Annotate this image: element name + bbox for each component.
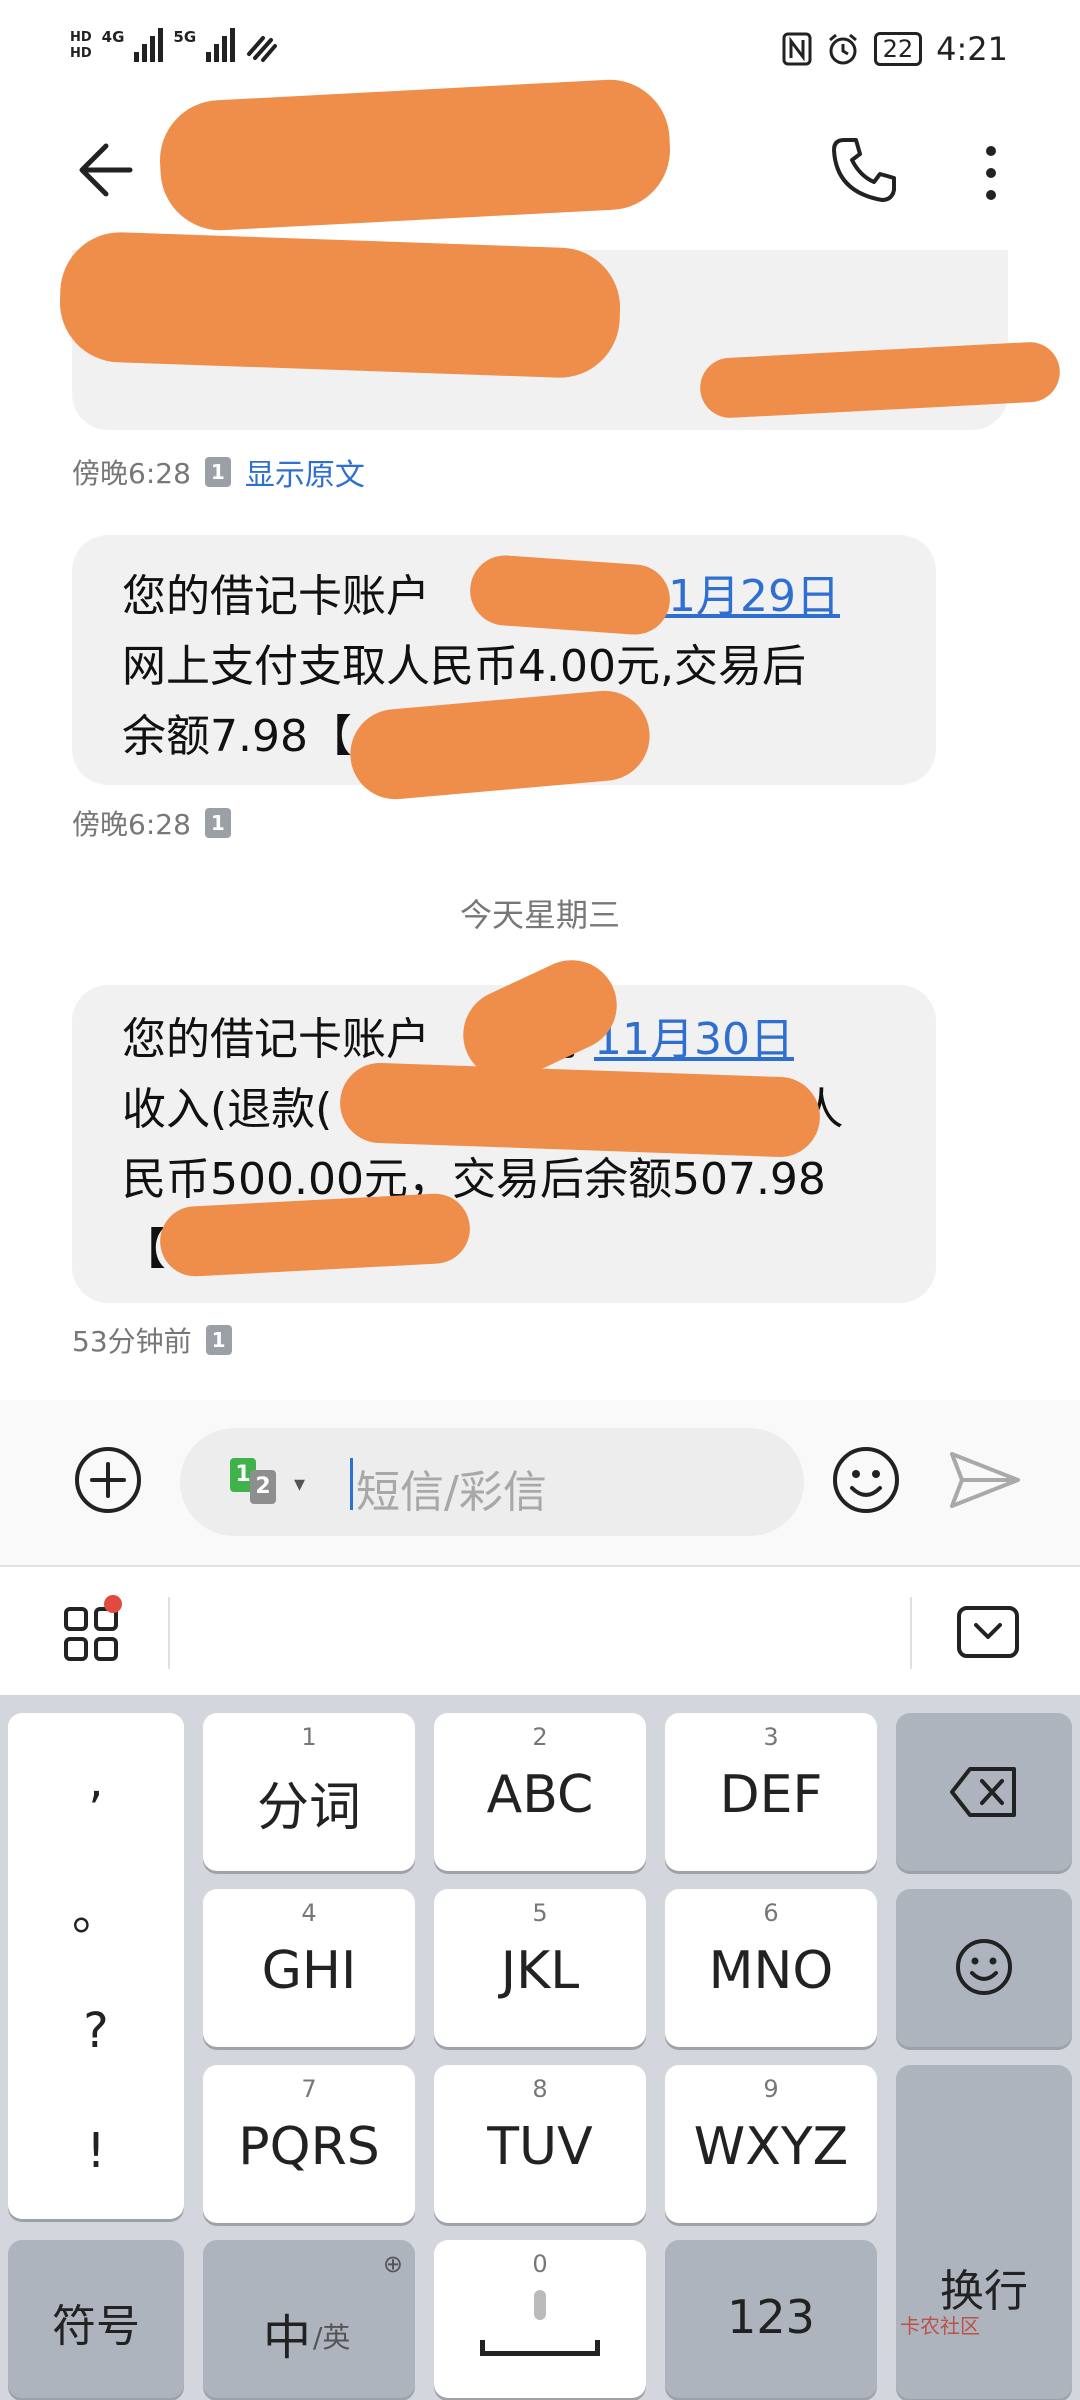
message-time: 53分钟前	[72, 1325, 192, 1358]
emoji-icon	[956, 1939, 1012, 1995]
key-9[interactable]: 9 WXYZ	[665, 2065, 877, 2223]
punct-question[interactable]: ?	[8, 2003, 184, 2059]
key-4[interactable]: 4 GHI	[203, 1889, 415, 2047]
punct-comma[interactable]: ,	[8, 1753, 184, 1809]
redaction-mark	[467, 553, 673, 637]
signal-icon-1	[134, 28, 164, 62]
message-input[interactable]: 1 2 ▾ 短信/彩信	[180, 1428, 804, 1536]
punctuation-column[interactable]: , 。 ? !	[8, 1713, 184, 2219]
message-line: 【	[122, 1224, 166, 1275]
status-left: HD HD 4G 5G	[70, 28, 279, 62]
signal-icon-2	[206, 28, 236, 62]
hd-label-2: HD	[70, 46, 92, 61]
numeric-switch-key[interactable]: 123	[665, 2240, 877, 2398]
emoji-key[interactable]	[896, 1889, 1072, 2047]
send-icon[interactable]	[946, 1444, 1024, 1516]
wifi-calling-icon	[247, 36, 278, 62]
conversation-header	[0, 76, 1080, 240]
hd-label-1: HD	[70, 30, 92, 45]
status-right: 22 4:21	[782, 30, 1008, 68]
add-attachment-icon[interactable]	[72, 1444, 144, 1516]
sim2-icon: 2	[250, 1470, 276, 1504]
hd-indicator: HD HD	[70, 30, 92, 62]
alarm-icon	[828, 33, 857, 65]
space-key[interactable]: 0	[434, 2240, 646, 2398]
message-meta: 53分钟前 1	[72, 1320, 232, 1360]
network-type-1: 4G	[101, 28, 125, 46]
key-2[interactable]: 2 ABC	[434, 1713, 646, 1871]
key-7[interactable]: 7 PQRS	[203, 2065, 415, 2223]
emoji-icon[interactable]	[830, 1444, 902, 1516]
watermark-logo: 卡农社区	[900, 2314, 980, 2338]
text-cursor	[350, 1458, 353, 1510]
key-8[interactable]: 8 TUV	[434, 2065, 646, 2223]
backspace-icon	[950, 1767, 1016, 1817]
toolbar-divider	[910, 1597, 912, 1669]
redaction-mark	[338, 1061, 822, 1159]
sim-selector[interactable]: 1 2 ▾	[230, 1458, 310, 1508]
redaction-mark	[156, 76, 674, 234]
symbols-key[interactable]: 符号	[8, 2240, 184, 2398]
message-line: 您的借记卡账户于11月30日	[122, 1014, 794, 1065]
message-meta: 傍晚6:28 1 显示原文	[72, 450, 365, 494]
date-link[interactable]: 11月30日	[594, 1014, 794, 1065]
space-bar-icon	[480, 2340, 600, 2356]
apps-grid-icon[interactable]	[62, 1605, 122, 1665]
key-3[interactable]: 3 DEF	[665, 1713, 877, 1871]
toolbar-divider	[168, 1597, 170, 1669]
punct-period[interactable]: 。	[8, 1873, 184, 1943]
message-line: 余额7.98【	[122, 711, 352, 762]
message-time: 傍晚6:28	[72, 457, 191, 490]
keyboard-collapse-icon[interactable]	[956, 1605, 1020, 1659]
globe-icon: ⊕	[382, 2250, 403, 2278]
message-placeholder: 短信/彩信	[356, 1467, 547, 1518]
key-1[interactable]: 1 分词	[203, 1713, 415, 1871]
keyboard: , 。 ? ! 1 分词 2 ABC 3 DEF 4 GHI 5 JKL 6 MNO 7 PQ…	[0, 1695, 1080, 2400]
battery-icon: 22	[873, 32, 923, 66]
sim-badge: 1	[204, 808, 231, 838]
day-separator: 今天星期三	[459, 896, 620, 934]
date-link[interactable]: 11月29日	[640, 571, 840, 622]
microphone-icon	[534, 2290, 546, 2320]
message-time: 傍晚6:28	[72, 808, 191, 841]
enter-key[interactable]: 换行	[896, 2065, 1072, 2399]
back-arrow-icon[interactable]	[70, 130, 150, 210]
phone-call-icon[interactable]	[826, 132, 902, 208]
more-options-icon[interactable]	[960, 132, 1020, 212]
nfc-icon	[782, 32, 812, 66]
backspace-key[interactable]	[896, 1713, 1072, 1871]
show-original-link[interactable]: 显示原文	[245, 450, 365, 494]
clock: 4:21	[936, 30, 1008, 68]
punct-exclaim[interactable]: !	[8, 2123, 184, 2179]
message-meta: 傍晚6:28 1	[72, 803, 231, 843]
sim-badge: 1	[204, 457, 231, 487]
chevron-down-icon: ▾	[294, 1472, 306, 1497]
notification-dot	[104, 1595, 122, 1613]
key-5[interactable]: 5 JKL	[434, 1889, 646, 2047]
message-line: 网上支付支取人民币4.00元,交易后	[122, 641, 806, 692]
keyboard-toolbar	[0, 1565, 1080, 1695]
redaction-mark	[57, 230, 623, 380]
sim-badge: 1	[205, 1325, 232, 1355]
language-switch-key[interactable]: ⊕ 中 /英	[203, 2240, 415, 2398]
compose-bar: 1 2 ▾ 短信/彩信	[0, 1400, 1080, 1565]
network-type-2: 5G	[173, 28, 197, 46]
key-6[interactable]: 6 MNO	[665, 1889, 877, 2047]
